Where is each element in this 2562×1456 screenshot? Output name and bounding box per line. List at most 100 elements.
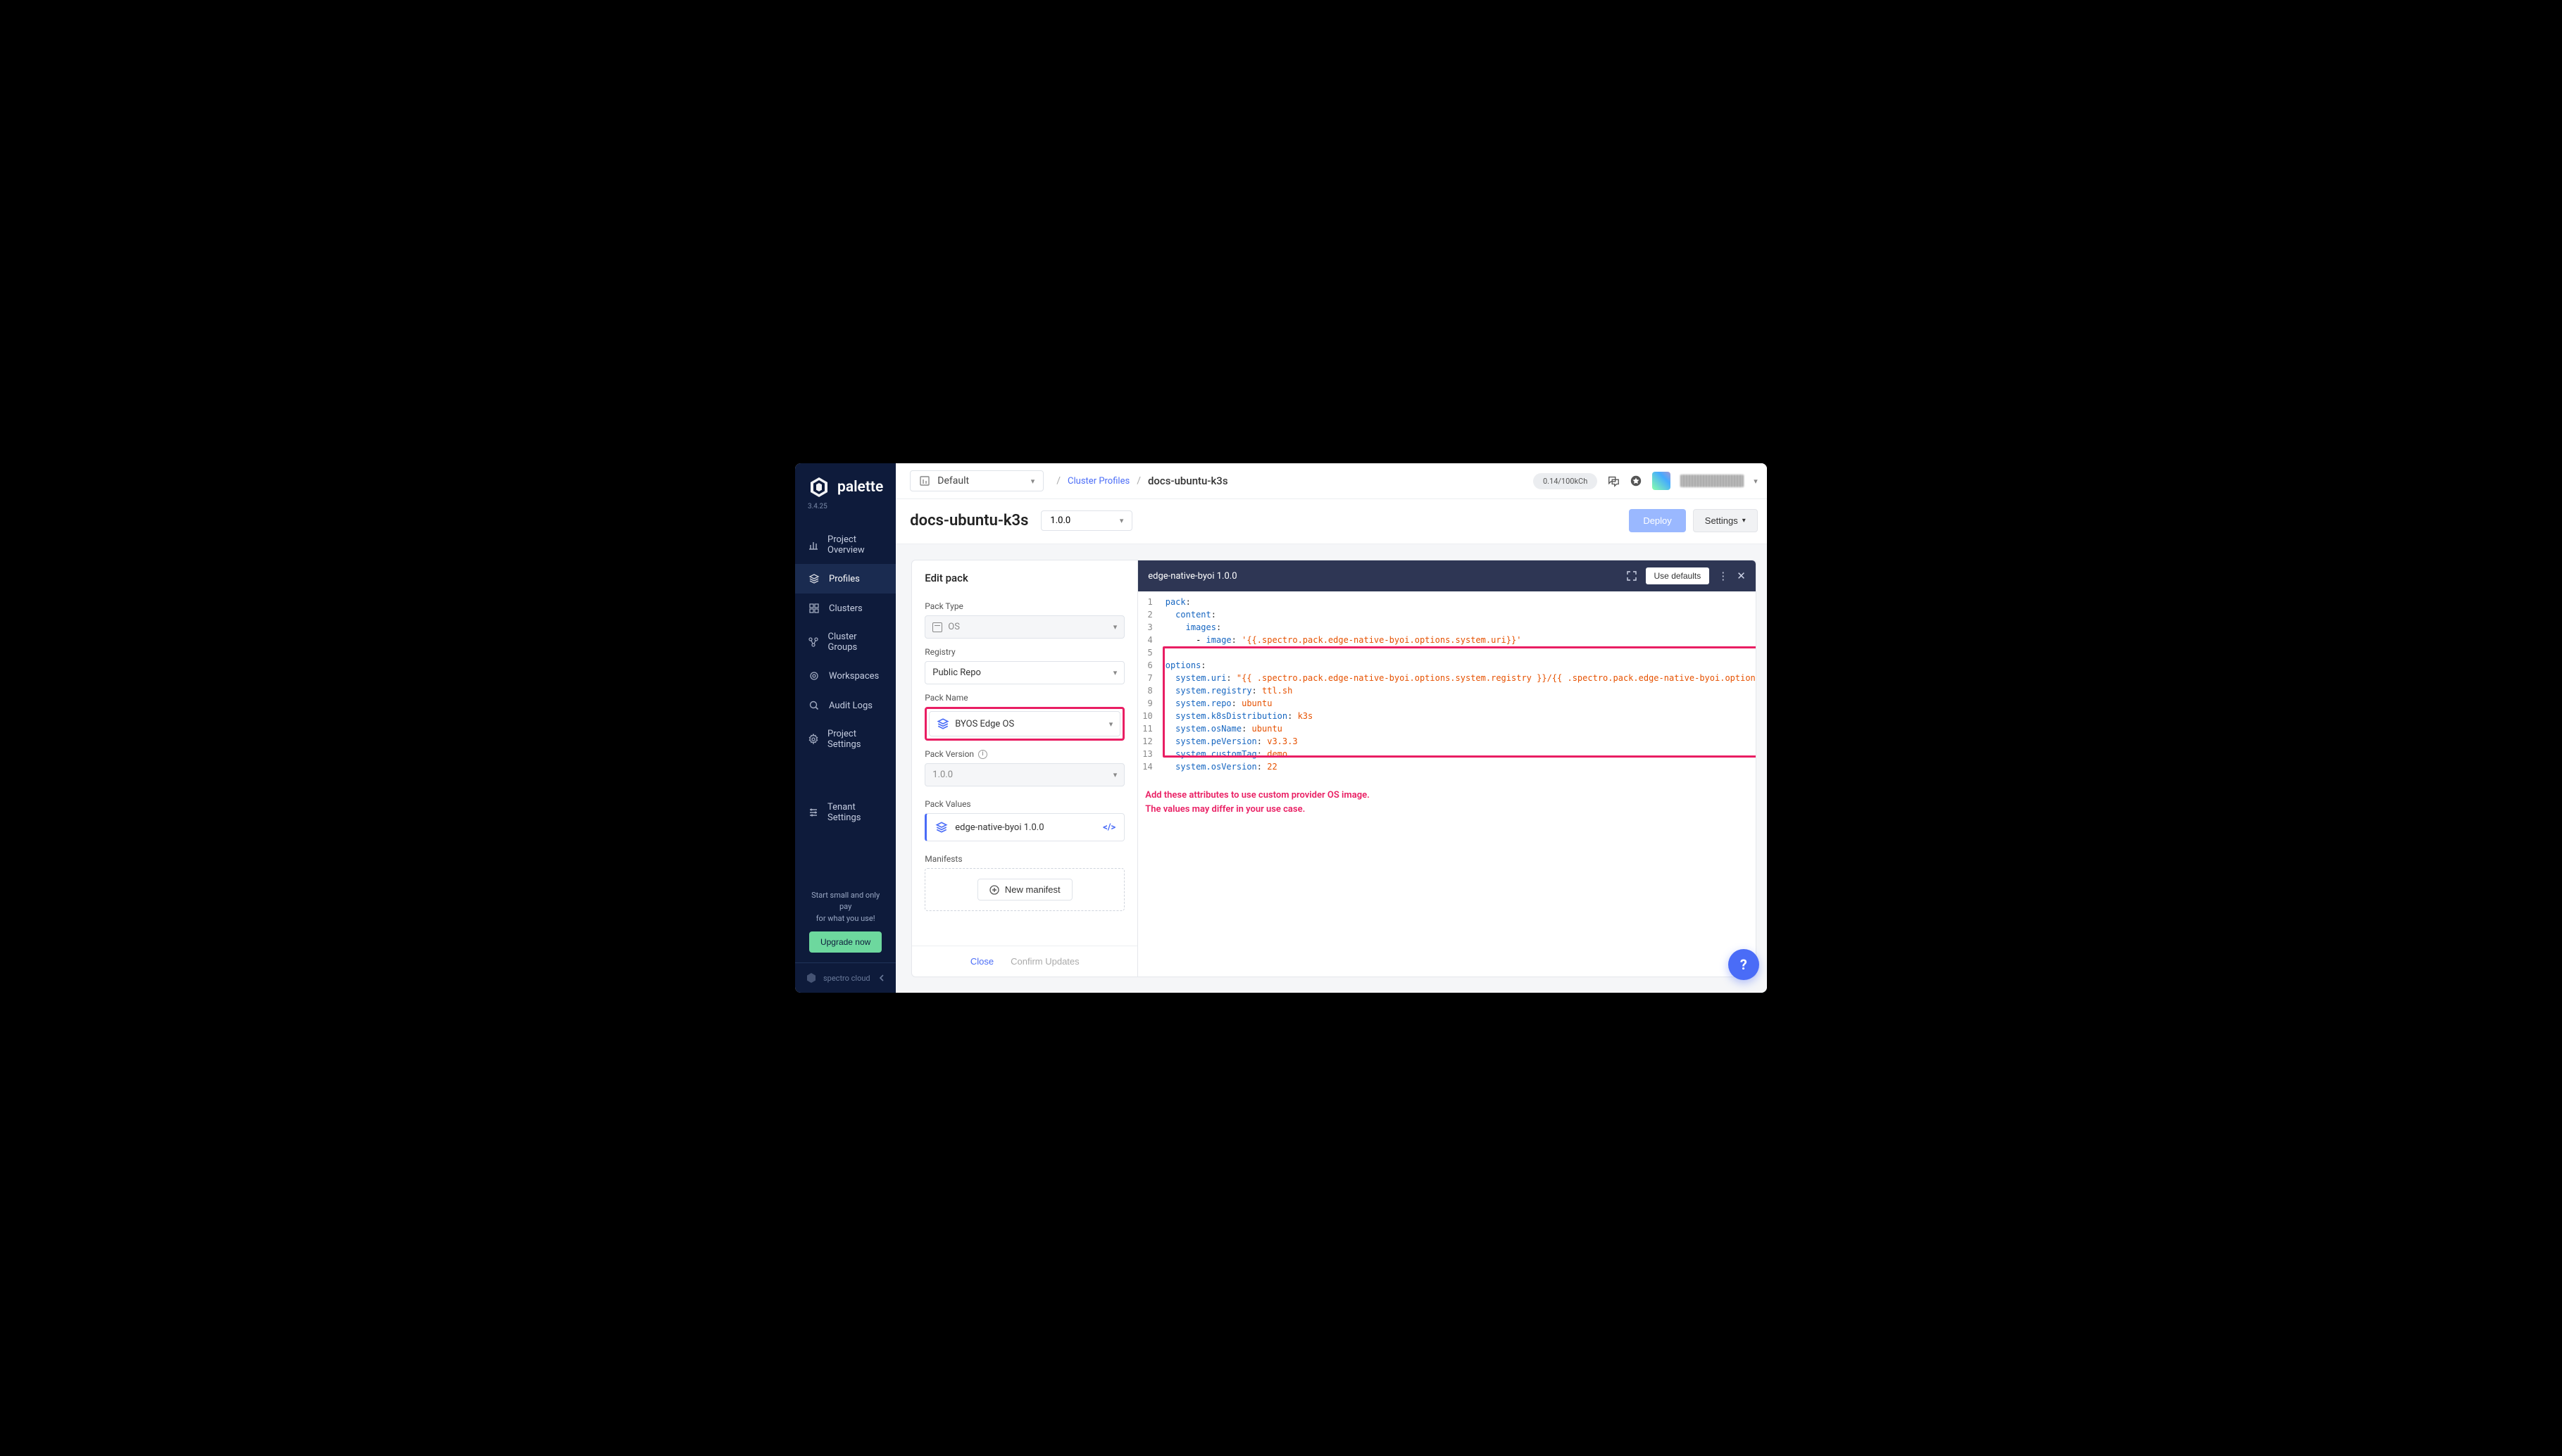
- deploy-button[interactable]: Deploy: [1629, 509, 1685, 532]
- page-title: docs-ubuntu-k3s: [910, 512, 1028, 529]
- sidebar-collapse-button[interactable]: [877, 974, 886, 982]
- sidebar-item-label: Clusters: [829, 603, 863, 614]
- pack-version-label: Pack Version i: [925, 749, 1125, 759]
- pack-type-label: Pack Type: [925, 601, 1125, 611]
- project-icon: [919, 475, 930, 487]
- company-name: spectro cloud: [823, 974, 870, 983]
- chevron-down-icon: ▾: [1113, 622, 1118, 632]
- line-gutter: 1234567891011121314: [1138, 591, 1159, 777]
- pack-name-select[interactable]: BYOS Edge OS ▾: [929, 711, 1120, 736]
- editor-title: edge-native-byoi 1.0.0: [1148, 571, 1237, 582]
- version-selector[interactable]: 1.0.0 ▾: [1041, 510, 1132, 531]
- sliders-icon: [808, 806, 819, 819]
- code-icon[interactable]: </>: [1103, 822, 1116, 833]
- sidebar-item-audit-logs[interactable]: Audit Logs: [795, 691, 896, 720]
- sidebar-item-label: Project Overview: [827, 534, 883, 556]
- sidebar-item-label: Workspaces: [829, 671, 879, 682]
- chart-icon: [808, 539, 819, 551]
- sidebar-nav: Project Overview Profiles Clusters Clust…: [795, 526, 896, 880]
- code-editor[interactable]: 1234567891011121314 pack: content: image…: [1138, 591, 1756, 777]
- pack-values-label: Pack Values: [925, 799, 1125, 809]
- chevron-down-icon[interactable]: ▾: [1754, 477, 1758, 486]
- help-fab-button[interactable]: ?: [1728, 949, 1759, 980]
- chevron-down-icon: ▾: [1113, 668, 1118, 677]
- close-button[interactable]: Close: [970, 956, 994, 967]
- chevron-down-icon: ▾: [1742, 517, 1746, 525]
- cog-icon: [808, 733, 819, 746]
- info-icon[interactable]: i: [978, 750, 987, 759]
- sidebar-item-label: Project Settings: [827, 729, 883, 750]
- pack-type-select[interactable]: OS ▾: [925, 615, 1125, 639]
- edit-pack-panel: Edit pack Pack Type OS ▾ Registry Public…: [911, 560, 1138, 977]
- sidebar-item-cluster-groups[interactable]: Cluster Groups: [795, 623, 896, 661]
- sidebar-item-clusters[interactable]: Clusters: [795, 594, 896, 623]
- manifests-dropzone: New manifest: [925, 868, 1125, 911]
- sidebar-item-label: Profiles: [829, 574, 860, 584]
- star-icon[interactable]: [1630, 475, 1642, 487]
- sidebar-item-tenant-settings[interactable]: Tenant Settings: [795, 793, 896, 831]
- upgrade-button[interactable]: Upgrade now: [809, 931, 882, 953]
- gear-icon: [808, 670, 820, 682]
- chat-icon[interactable]: [1607, 475, 1620, 487]
- network-icon: [808, 636, 819, 648]
- sidebar-item-label: Tenant Settings: [827, 802, 883, 823]
- settings-button[interactable]: Settings ▾: [1693, 509, 1758, 532]
- breadcrumb-current: docs-ubuntu-k3s: [1148, 475, 1228, 487]
- user-avatar[interactable]: [1652, 472, 1670, 490]
- more-icon[interactable]: ⋮: [1718, 570, 1728, 582]
- sidebar-item-label: Cluster Groups: [827, 632, 883, 653]
- os-icon: [932, 622, 942, 632]
- chevron-down-icon: ▾: [1109, 720, 1113, 729]
- palette-logo-icon: [808, 476, 830, 498]
- topbar: Default ▾ / Cluster Profiles / docs-ubun…: [896, 463, 1767, 499]
- manifests-label: Manifests: [925, 854, 1125, 864]
- new-manifest-button[interactable]: New manifest: [977, 879, 1073, 900]
- pack-name-highlight: BYOS Edge OS ▾: [925, 707, 1125, 741]
- project-selector[interactable]: Default ▾: [910, 470, 1044, 491]
- chevron-down-icon: ▾: [1113, 770, 1118, 779]
- use-defaults-button[interactable]: Use defaults: [1646, 567, 1710, 584]
- grid-icon: [808, 602, 820, 615]
- settings-label: Settings: [1705, 515, 1738, 526]
- breadcrumb-link[interactable]: Cluster Profiles: [1068, 476, 1130, 487]
- spectro-cloud-icon: [805, 972, 818, 984]
- plus-circle-icon: [989, 885, 999, 895]
- registry-value: Public Repo: [932, 667, 981, 678]
- pack-type-value: OS: [948, 622, 960, 632]
- annotation-text: Add these attributes to use custom provi…: [1138, 777, 1756, 816]
- chevron-down-icon: ▾: [1031, 477, 1035, 486]
- chevron-down-icon: ▾: [1120, 516, 1124, 525]
- layers-icon: [937, 717, 949, 730]
- username-obscured: [1680, 475, 1744, 487]
- sidebar-item-project-settings[interactable]: Project Settings: [795, 720, 896, 758]
- expand-icon[interactable]: [1626, 570, 1637, 582]
- sidebar-item-label: Audit Logs: [829, 701, 873, 711]
- breadcrumb: / Cluster Profiles / docs-ubuntu-k3s: [1056, 475, 1227, 487]
- app-version: 3.4.25: [808, 503, 883, 510]
- pack-version-value: 1.0.0: [932, 770, 953, 780]
- pack-name-value: BYOS Edge OS: [955, 719, 1014, 729]
- version-value: 1.0.0: [1050, 515, 1070, 526]
- sidebar-item-workspaces[interactable]: Workspaces: [795, 661, 896, 691]
- layers-icon: [808, 572, 820, 585]
- brand-logo: palette: [808, 476, 883, 498]
- registry-select[interactable]: Public Repo ▾: [925, 661, 1125, 684]
- sidebar-cta-text: Start small and only pay for what you us…: [805, 890, 886, 925]
- pack-value-item[interactable]: edge-native-byoi 1.0.0 </>: [925, 813, 1125, 841]
- panel-title: Edit pack: [912, 560, 1137, 593]
- confirm-updates-button[interactable]: Confirm Updates: [1011, 956, 1080, 967]
- registry-label: Registry: [925, 647, 1125, 657]
- code-content[interactable]: pack: content: images: - image: '{{.spec…: [1160, 591, 1756, 777]
- pack-value-text: edge-native-byoi 1.0.0: [955, 822, 1044, 833]
- search-icon: [808, 699, 820, 712]
- brand-name: palette: [837, 479, 883, 496]
- pack-version-select[interactable]: 1.0.0 ▾: [925, 763, 1125, 786]
- sidebar-item-project-overview[interactable]: Project Overview: [795, 526, 896, 564]
- pack-name-label: Pack Name: [925, 693, 1125, 703]
- project-name: Default: [937, 475, 969, 487]
- close-icon[interactable]: ✕: [1737, 570, 1746, 582]
- layers-icon: [935, 821, 948, 834]
- yaml-editor-panel: edge-native-byoi 1.0.0 Use defaults ⋮ ✕ …: [1138, 560, 1756, 977]
- sidebar-item-profiles[interactable]: Profiles: [795, 564, 896, 594]
- page-header: docs-ubuntu-k3s 1.0.0 ▾ Deploy Settings …: [896, 499, 1767, 544]
